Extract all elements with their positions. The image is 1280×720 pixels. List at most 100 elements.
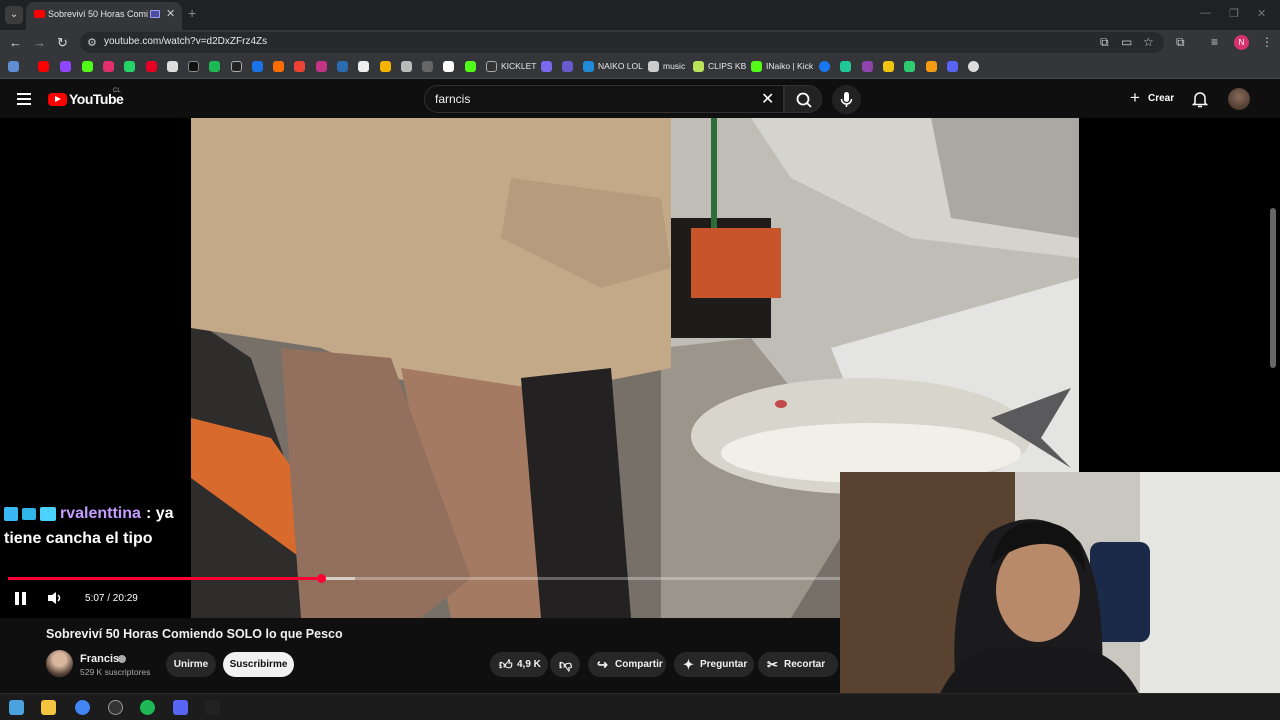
search-box[interactable]: ✕ [424, 85, 784, 113]
progress-bar[interactable] [8, 577, 840, 580]
bookmark-chrome-icon[interactable] [358, 61, 369, 72]
bookmark-tiktok-icon[interactable] [188, 61, 199, 72]
bookmark-search-icon[interactable] [337, 61, 348, 72]
channel-name[interactable]: Francis [80, 653, 119, 665]
notifications-bell-icon[interactable] [1191, 90, 1209, 108]
bookmark-naiko-lol[interactable]: NAIKO LOL [598, 61, 643, 71]
webcam-overlay [840, 472, 1280, 720]
ask-button[interactable]: ✦ Preguntar [674, 652, 754, 677]
bookmark-twitch-icon[interactable] [60, 61, 71, 72]
bookmark-instagram-icon[interactable] [103, 61, 114, 72]
file-explorer-icon[interactable] [41, 700, 56, 715]
dislike-button[interactable]: 👎︎ [550, 652, 580, 677]
bookmark-yellow-icon[interactable] [380, 61, 391, 72]
bookmark-spotify-icon[interactable] [209, 61, 220, 72]
hamburger-menu-icon[interactable] [17, 93, 31, 105]
chrome-taskbar-icon[interactable] [75, 700, 90, 715]
site-info-icon[interactable]: ⚙ [87, 36, 97, 49]
clip-label: Recortar [784, 659, 826, 670]
address-bar[interactable]: ⚙ youtube.com/watch?v=d2DxZFrz4Zs [80, 32, 1164, 53]
forward-icon[interactable]: → [33, 35, 46, 50]
extensions-icon[interactable]: ⧉ [1176, 35, 1185, 50]
account-avatar[interactable] [1228, 88, 1250, 110]
bookmark-diamond-icon[interactable] [443, 61, 454, 72]
cast-icon[interactable]: ▭ [1121, 35, 1132, 49]
bookmark-discord-icon[interactable] [541, 61, 552, 72]
clear-search-icon[interactable]: ✕ [761, 89, 774, 109]
progress-scrubber-handle[interactable] [317, 574, 326, 583]
new-tab-button[interactable]: + [188, 5, 196, 21]
bookmark-chatgpt-icon[interactable] [968, 61, 979, 72]
search-input[interactable] [435, 92, 735, 106]
page-scrollbar[interactable] [1270, 208, 1276, 368]
tab-close-icon[interactable]: ✕ [166, 7, 175, 20]
bookmark-teal-icon[interactable] [840, 61, 851, 72]
bookmark-gray-icon[interactable] [422, 61, 433, 72]
create-button[interactable]: + Crear [1124, 85, 1180, 113]
like-count: 4,9 K [517, 659, 541, 670]
like-button[interactable]: 👍︎ 4,9 K [490, 652, 548, 677]
app-taskbar-icon[interactable] [205, 700, 220, 715]
bookmark-x-icon[interactable] [167, 61, 178, 72]
channel-avatar[interactable] [46, 650, 73, 677]
join-button[interactable]: Unirme [166, 652, 216, 677]
tab-casting-icon [150, 10, 160, 18]
bookmark-kicklet[interactable]: KICKLET [501, 61, 536, 71]
window-close-icon[interactable]: ✕ [1257, 7, 1266, 20]
bookmark-shield-icon[interactable] [562, 61, 573, 72]
apps-grid-icon[interactable] [8, 61, 19, 72]
minimize-icon[interactable]: — [1200, 7, 1211, 19]
obs-taskbar-icon[interactable] [108, 700, 123, 715]
plus-icon: + [1130, 88, 1140, 107]
bookmark-red-icon[interactable] [294, 61, 305, 72]
spotify-taskbar-icon[interactable] [140, 700, 155, 715]
bookmark-violet-icon[interactable] [862, 61, 873, 72]
volume-icon[interactable] [47, 591, 63, 605]
back-icon[interactable]: ← [9, 35, 22, 50]
bookmark-music[interactable]: music [663, 61, 685, 71]
translate-icon[interactable]: ⧉ [1100, 35, 1109, 50]
windows-start-icon[interactable] [9, 700, 24, 715]
bookmark-star-icon[interactable]: ☆ [1143, 35, 1154, 49]
bookmark-purple-icon[interactable] [316, 61, 327, 72]
bookmark-kick2-icon[interactable] [465, 61, 476, 72]
bookmark-facebook-icon[interactable] [819, 61, 830, 72]
bookmark-kick-icon[interactable] [82, 61, 93, 72]
bookmark-s-icon[interactable] [231, 61, 242, 72]
bookmark-naiko-icon[interactable] [583, 61, 594, 72]
bookmark-kicklet-icon[interactable] [486, 61, 497, 72]
bookmark-whatsapp-icon[interactable] [124, 61, 135, 72]
profile-avatar[interactable]: N [1234, 35, 1249, 50]
restore-icon[interactable]: ❐ [1229, 7, 1239, 20]
url-text: youtube.com/watch?v=d2DxZFrz4Zs [104, 36, 268, 47]
browser-tab-active[interactable]: Sobreviví 50 Horas Comiendo ✕ [26, 2, 182, 30]
reload-icon[interactable]: ↻ [57, 35, 68, 51]
bookmark-orange-icon[interactable] [273, 61, 284, 72]
menu-icon[interactable]: ⋮ [1261, 35, 1273, 49]
pause-icon[interactable] [15, 592, 27, 605]
tab-search-dropdown[interactable]: ⌄ [5, 6, 23, 24]
bookmark-naiko-kick[interactable]: INaiko | Kick [766, 61, 813, 71]
youtube-logo-icon[interactable] [48, 93, 67, 106]
bookmark-blue-icon[interactable] [252, 61, 263, 72]
bookmark-clips-icon[interactable] [693, 61, 704, 72]
bookmark-music-icon[interactable] [648, 61, 659, 72]
bookmark-clips-kb[interactable]: CLIPS KB [708, 61, 746, 71]
bookmark-youtube-icon[interactable] [38, 61, 49, 72]
bookmark-green-icon[interactable] [904, 61, 915, 72]
clip-button[interactable]: ✂ Recortar [758, 652, 838, 677]
bookmark-cat-icon[interactable] [401, 61, 412, 72]
thumbs-up-icon: 👍︎ [499, 657, 513, 672]
discord-taskbar-icon[interactable] [173, 700, 188, 715]
media-controls-icon[interactable]: ≡ [1211, 35, 1218, 49]
bookmark-kick3-icon[interactable] [751, 61, 762, 72]
share-button[interactable]: ↪ Compartir [588, 652, 666, 677]
windows-taskbar [0, 693, 1280, 720]
voice-search-button[interactable] [832, 85, 861, 114]
search-button[interactable] [784, 85, 822, 113]
bookmark-indigo-icon[interactable] [947, 61, 958, 72]
bookmark-pinterest-icon[interactable] [146, 61, 157, 72]
subscribe-button[interactable]: Suscribirme [223, 652, 294, 677]
bookmark-u-icon[interactable] [926, 61, 937, 72]
bookmark-yellow2-icon[interactable] [883, 61, 894, 72]
